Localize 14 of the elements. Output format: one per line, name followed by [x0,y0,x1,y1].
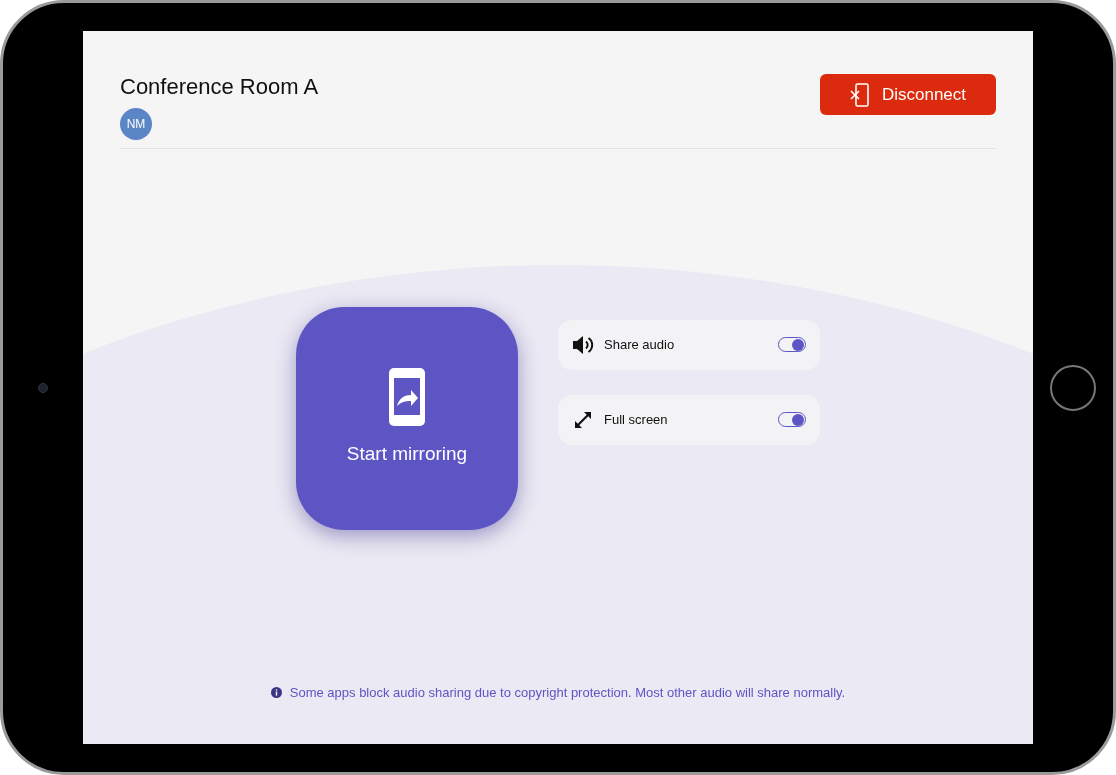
speaker-icon [572,334,594,355]
info-icon [270,686,282,698]
option-label: Share audio [604,335,676,354]
start-mirroring-button[interactable]: Start mirroring [296,307,518,530]
phone-x-icon [849,82,870,107]
option-label: Full screen [604,410,669,429]
user-avatar: NM [120,108,152,140]
disconnect-button[interactable]: Disconnect [820,74,996,115]
notice-text: Some apps block audio sharing due to copyright protection. Most other audio will share normally. [289,683,846,702]
room-title: Conference Room A [120,74,319,100]
phone-share-icon [389,368,425,427]
expand-icon [573,409,593,430]
camera-icon [38,382,48,393]
home-button[interactable] [1050,364,1096,411]
